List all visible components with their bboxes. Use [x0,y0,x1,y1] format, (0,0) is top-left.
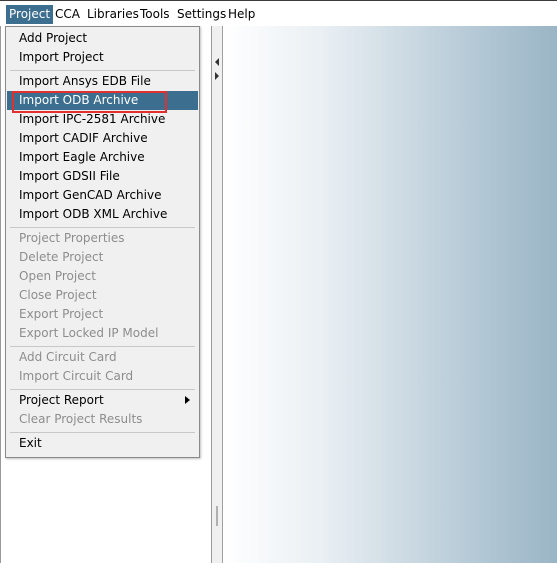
splitter-grip[interactable] [216,506,218,526]
menu-separator [10,389,195,390]
menu-separator [10,432,195,433]
menu-libraries[interactable]: Libraries [84,5,142,24]
menu-item-import-ansys-edb[interactable]: Import Ansys EDB File [7,72,198,91]
menu-item-import-gdsii[interactable]: Import GDSII File [7,167,198,186]
menu-separator [10,227,195,228]
menu-item-project-report[interactable]: Project Report [7,391,198,410]
menu-item-import-project[interactable]: Import Project [7,48,198,67]
menu-item-import-odb-xml[interactable]: Import ODB XML Archive [7,205,198,224]
menu-item-export-locked-ip: Export Locked IP Model [19,326,159,340]
menu-cca[interactable]: CCA [52,5,83,24]
menu-settings[interactable]: Settings [174,5,229,24]
menu-item-add-circuit-card: Add Circuit Card [19,350,117,364]
expand-right-icon[interactable] [215,72,219,80]
menu-item-import-circuit-card: Import Circuit Card [19,369,134,383]
main-canvas [223,26,557,563]
menu-item-delete-project: Delete Project [19,250,104,264]
menu-item-open-project: Open Project [19,269,96,283]
menu-separator [10,346,195,347]
menu-item-label: Project Report [19,393,104,407]
menu-item-export-project: Export Project [19,307,104,321]
menu-tools[interactable]: Tools [137,5,173,24]
panel-splitter[interactable] [212,26,223,563]
menu-item-add-project[interactable]: Add Project [7,29,198,48]
menu-project[interactable]: Project [6,5,54,24]
submenu-arrow-icon [185,396,190,404]
menu-item-import-odb-archive[interactable]: Import ODB Archive [7,91,198,110]
menu-separator [10,70,195,71]
menu-item-clear-project-results: Clear Project Results [19,412,143,426]
menu-item-import-ipc-2581[interactable]: Import IPC-2581 Archive [7,110,198,129]
menu-item-import-eagle[interactable]: Import Eagle Archive [7,148,198,167]
project-dropdown-menu: Add Project Import Project Import Ansys … [5,26,200,458]
menu-item-close-project: Close Project [19,288,97,302]
menu-item-project-properties: Project Properties [19,231,125,245]
menu-item-import-gencad[interactable]: Import GenCAD Archive [7,186,198,205]
menu-bar: Project CCA Libraries Tools Settings Hel… [0,0,557,26]
menu-item-import-cadif[interactable]: Import CADIF Archive [7,129,198,148]
menu-help[interactable]: Help [225,5,258,24]
menu-item-exit[interactable]: Exit [7,434,198,453]
collapse-left-icon[interactable] [215,58,219,66]
